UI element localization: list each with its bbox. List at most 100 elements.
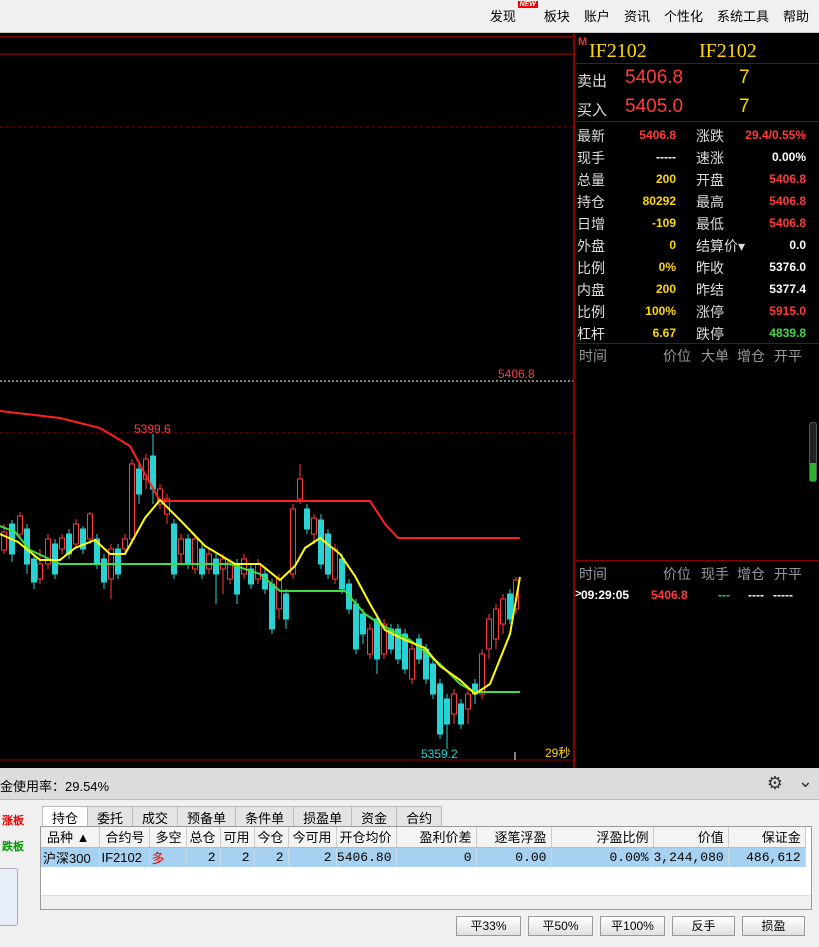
menu-account[interactable]: 账户 xyxy=(584,6,610,25)
tab-conditional[interactable]: 条件单 xyxy=(235,806,295,826)
candle-body xyxy=(213,558,219,575)
tab-funds[interactable]: 资金 xyxy=(351,806,398,826)
tab-contracts[interactable]: 合约 xyxy=(396,806,443,826)
menu-help[interactable]: 帮助 xyxy=(783,6,809,25)
tab-positions[interactable]: 持仓 xyxy=(42,806,89,826)
col-float-pnl[interactable]: 逐笔浮盈 xyxy=(476,827,552,848)
tab-orders[interactable]: 委托 xyxy=(87,806,134,826)
stat-label: 杠杆 xyxy=(577,326,605,342)
stat-value: 80292 xyxy=(642,194,676,208)
cell-variety: 沪深300 xyxy=(41,847,100,867)
stat-label: 涨停 xyxy=(696,304,724,320)
margin-usage-bar: 金使用率：29.54% ⚙ ⌄ xyxy=(0,768,819,800)
stat-label: 昨结 xyxy=(696,282,724,298)
candle-body xyxy=(73,523,79,545)
candle-body xyxy=(283,593,289,620)
cell-total: 2 xyxy=(186,847,221,867)
ask-label: 卖出 xyxy=(577,73,608,90)
table-horizontal-scrollbar[interactable] xyxy=(41,895,811,909)
top-menu-bar: 发现 NEW 板块 账户 资讯 个性化 系统工具 帮助 xyxy=(0,0,819,33)
limit-line xyxy=(0,410,520,539)
stat-value: -109 xyxy=(651,216,676,230)
candle-body xyxy=(206,553,212,570)
ask-row[interactable]: 卖出 5406.8 7 xyxy=(575,64,819,93)
gear-icon[interactable]: ⚙ xyxy=(767,773,783,794)
menu-system-tools[interactable]: 系统工具 xyxy=(717,6,769,25)
stat-label: 速涨 xyxy=(696,150,724,166)
col-time: 时间 xyxy=(579,566,607,582)
symbol-name: IF2102 xyxy=(589,40,647,62)
col-available[interactable]: 可用 xyxy=(220,827,255,848)
candle-body xyxy=(129,463,135,540)
menu-sector[interactable]: 板块 xyxy=(544,6,570,25)
candles-group xyxy=(1,434,519,749)
tick-row: > 09:29:05 5406.8 --- ---- ----- xyxy=(575,588,793,602)
stat-label: 最低 xyxy=(696,216,724,232)
tab-trades[interactable]: 成交 xyxy=(132,806,179,826)
stop-profit-button[interactable]: 损盈 xyxy=(742,916,805,936)
countdown-label: 29秒 xyxy=(545,746,570,760)
bid-label: 买入 xyxy=(577,102,608,119)
tab-stop-profit[interactable]: 损盈单 xyxy=(293,806,353,826)
stat-value: 5915.0 xyxy=(769,304,806,318)
limit-up-button[interactable]: 涨板 xyxy=(2,812,24,828)
col-total[interactable]: 总仓 xyxy=(186,827,221,848)
col-big-order: 大单 xyxy=(701,348,729,364)
tick-price: 5406.8 xyxy=(651,588,688,602)
candle-body xyxy=(115,548,121,575)
side-panel-box[interactable] xyxy=(0,868,18,926)
col-margin[interactable]: 保证金 xyxy=(728,827,806,848)
chevron-down-icon[interactable]: ⌄ xyxy=(798,771,813,792)
col-profit-diff[interactable]: 盈利价差 xyxy=(396,827,477,848)
stat-row: 杠杆 6.67 跌停 4839.8 xyxy=(575,322,819,344)
stat-value: 5406.8 xyxy=(769,216,806,230)
limit-down-button[interactable]: 跌板 xyxy=(2,838,24,854)
candle-body xyxy=(451,693,457,715)
col-direction[interactable]: 多空 xyxy=(149,827,187,848)
candle-body xyxy=(339,558,345,590)
candlestick-chart[interactable]: 5406.8 5399.6 5359.2 29秒 xyxy=(0,34,573,768)
stat-value: 5406.8 xyxy=(769,194,806,208)
panel-scrollbar[interactable] xyxy=(809,422,817,482)
stat-label: 现手 xyxy=(577,150,605,166)
stat-label: 跌停 xyxy=(696,326,724,342)
col-today[interactable]: 今仓 xyxy=(254,827,289,848)
candle-body xyxy=(311,517,317,535)
candle-body xyxy=(458,703,464,725)
col-open-avg[interactable]: 开仓均价 xyxy=(336,827,397,848)
col-value[interactable]: 价值 xyxy=(653,827,729,848)
candle-body xyxy=(87,513,93,540)
col-float-ratio[interactable]: 浮盈比例 xyxy=(551,827,654,848)
cell-direction: 多 xyxy=(149,847,187,867)
close-33-button[interactable]: 平33% xyxy=(456,916,521,936)
stat-value: 0% xyxy=(658,260,676,274)
tab-prepared[interactable]: 预备单 xyxy=(177,806,237,826)
close-100-button[interactable]: 平100% xyxy=(600,916,665,936)
stat-row: 最新 5406.8 涨跌 29.4/0.55% xyxy=(575,124,819,146)
col-oi-change: 增仓 xyxy=(737,566,765,582)
cell-available: 2 xyxy=(220,847,255,867)
candle-body xyxy=(269,583,275,630)
stat-row: 外盘 0 结算价▾ 0.0 xyxy=(575,234,819,256)
col-contract[interactable]: 合约号 xyxy=(99,827,150,848)
col-last-volume: 现手 xyxy=(701,566,729,582)
bid-row[interactable]: 买入 5405.0 7 xyxy=(575,93,819,122)
candle-body xyxy=(101,558,107,583)
candle-body xyxy=(437,683,443,735)
menu-news[interactable]: 资讯 xyxy=(624,6,650,25)
stat-value: 200 xyxy=(655,172,676,186)
candle-body xyxy=(507,593,513,620)
col-open-close: 开平 xyxy=(774,566,802,582)
col-today-available[interactable]: 今可用 xyxy=(288,827,337,848)
table-row[interactable]: 沪深300 IF2102 多 2 2 2 2 5406.80 0 0.00 0.… xyxy=(41,847,806,867)
reverse-button[interactable]: 反手 xyxy=(672,916,735,936)
chart-canvas[interactable]: 5406.8 5399.6 5359.2 29秒 xyxy=(0,34,573,768)
col-variety[interactable]: 品种 ▲ xyxy=(41,827,100,848)
menu-personalize[interactable]: 个性化 xyxy=(664,6,703,25)
candle-body xyxy=(276,578,282,610)
close-50-button[interactable]: 平50% xyxy=(528,916,593,936)
candle-body xyxy=(409,648,415,680)
cell-profit-diff: 0 xyxy=(396,847,477,867)
menu-discover[interactable]: 发现 NEW xyxy=(490,1,538,25)
stat-value: 29.4/0.55% xyxy=(745,128,806,142)
